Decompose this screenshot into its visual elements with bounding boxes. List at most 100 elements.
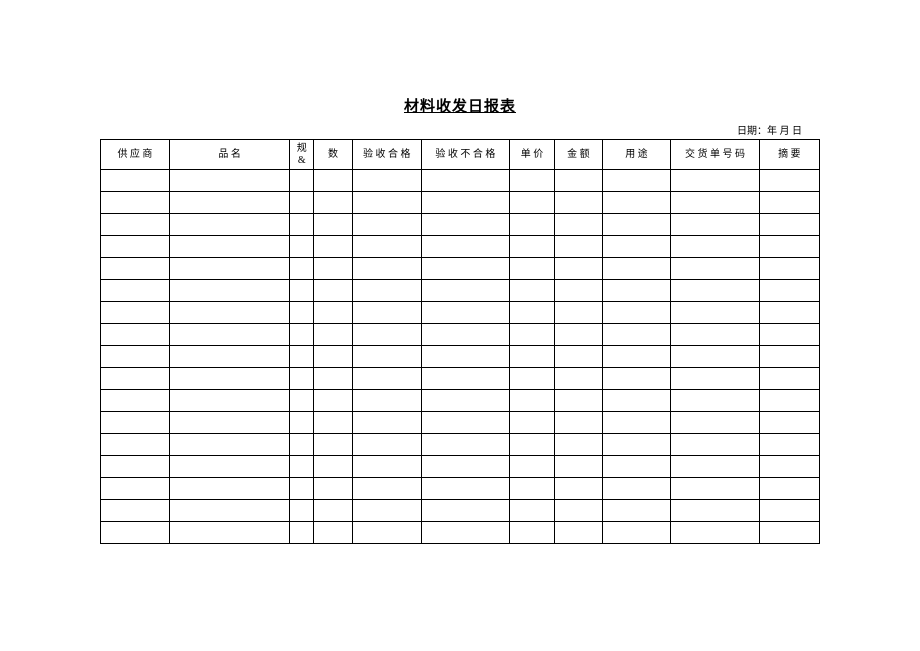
table-cell bbox=[671, 412, 759, 434]
table-cell bbox=[421, 170, 509, 192]
table-cell bbox=[602, 324, 671, 346]
table-cell bbox=[759, 192, 819, 214]
table-cell bbox=[759, 500, 819, 522]
table-cell bbox=[101, 214, 170, 236]
table-cell bbox=[421, 522, 509, 544]
table-row bbox=[101, 478, 820, 500]
table-cell bbox=[101, 324, 170, 346]
table-cell bbox=[671, 500, 759, 522]
table-cell bbox=[555, 390, 602, 412]
table-cell bbox=[509, 522, 554, 544]
table-cell bbox=[555, 500, 602, 522]
table-cell bbox=[169, 192, 290, 214]
table-row bbox=[101, 170, 820, 192]
table-cell bbox=[555, 412, 602, 434]
table-cell bbox=[602, 478, 671, 500]
table-cell bbox=[759, 478, 819, 500]
table-cell bbox=[421, 390, 509, 412]
table-row bbox=[101, 522, 820, 544]
table-cell bbox=[352, 456, 421, 478]
table-cell bbox=[290, 434, 314, 456]
header-qty: 数 bbox=[314, 140, 353, 170]
table-cell bbox=[101, 280, 170, 302]
table-row bbox=[101, 302, 820, 324]
table-cell bbox=[671, 324, 759, 346]
table-cell bbox=[509, 214, 554, 236]
table-cell bbox=[352, 412, 421, 434]
table-cell bbox=[314, 236, 353, 258]
table-cell bbox=[421, 214, 509, 236]
table-cell bbox=[421, 258, 509, 280]
table-cell bbox=[671, 214, 759, 236]
header-price: 单 价 bbox=[509, 140, 554, 170]
table-cell bbox=[290, 236, 314, 258]
table-row bbox=[101, 324, 820, 346]
table-cell bbox=[290, 412, 314, 434]
table-cell bbox=[602, 522, 671, 544]
table-cell bbox=[555, 434, 602, 456]
table-cell bbox=[555, 214, 602, 236]
table-cell bbox=[352, 192, 421, 214]
table-cell bbox=[555, 368, 602, 390]
table-cell bbox=[671, 302, 759, 324]
table-cell bbox=[169, 214, 290, 236]
table-cell bbox=[421, 412, 509, 434]
header-fail: 验 收 不 合 格 bbox=[421, 140, 509, 170]
table-cell bbox=[759, 346, 819, 368]
table-cell bbox=[314, 324, 353, 346]
table-cell bbox=[290, 324, 314, 346]
table-cell bbox=[290, 214, 314, 236]
table-cell bbox=[290, 368, 314, 390]
table-cell bbox=[509, 302, 554, 324]
header-purpose: 用 途 bbox=[602, 140, 671, 170]
table-cell bbox=[169, 456, 290, 478]
table-cell bbox=[602, 214, 671, 236]
table-cell bbox=[421, 478, 509, 500]
table-cell bbox=[671, 368, 759, 390]
table-body bbox=[101, 170, 820, 544]
header-summary: 摘 要 bbox=[759, 140, 819, 170]
table-row bbox=[101, 192, 820, 214]
table-cell bbox=[509, 324, 554, 346]
header-spec: 规 & bbox=[290, 140, 314, 170]
table-cell bbox=[169, 346, 290, 368]
table-cell bbox=[555, 280, 602, 302]
table-cell bbox=[602, 390, 671, 412]
table-cell bbox=[759, 236, 819, 258]
header-spec-line2: & bbox=[298, 155, 306, 166]
table-cell bbox=[421, 346, 509, 368]
table-cell bbox=[101, 192, 170, 214]
table-cell bbox=[169, 478, 290, 500]
table-cell bbox=[421, 280, 509, 302]
table-cell bbox=[169, 280, 290, 302]
table-cell bbox=[671, 478, 759, 500]
table-cell bbox=[509, 412, 554, 434]
table-cell bbox=[290, 302, 314, 324]
table-cell bbox=[509, 434, 554, 456]
table-cell bbox=[555, 478, 602, 500]
table-cell bbox=[555, 346, 602, 368]
table-cell bbox=[509, 456, 554, 478]
table-cell bbox=[602, 170, 671, 192]
table-cell bbox=[314, 456, 353, 478]
table-cell bbox=[352, 478, 421, 500]
table-cell bbox=[101, 368, 170, 390]
table-cell bbox=[509, 478, 554, 500]
table-row bbox=[101, 214, 820, 236]
table-cell bbox=[101, 434, 170, 456]
table-row bbox=[101, 412, 820, 434]
table-cell bbox=[290, 280, 314, 302]
table-cell bbox=[290, 456, 314, 478]
table-cell bbox=[509, 170, 554, 192]
table-cell bbox=[759, 324, 819, 346]
table-cell bbox=[602, 434, 671, 456]
table-cell bbox=[101, 302, 170, 324]
table-cell bbox=[509, 500, 554, 522]
table-cell bbox=[759, 258, 819, 280]
table-cell bbox=[602, 412, 671, 434]
table-cell bbox=[352, 236, 421, 258]
header-delivery: 交 货 单 号 码 bbox=[671, 140, 759, 170]
table-cell bbox=[169, 324, 290, 346]
table-cell bbox=[509, 390, 554, 412]
table-cell bbox=[602, 500, 671, 522]
